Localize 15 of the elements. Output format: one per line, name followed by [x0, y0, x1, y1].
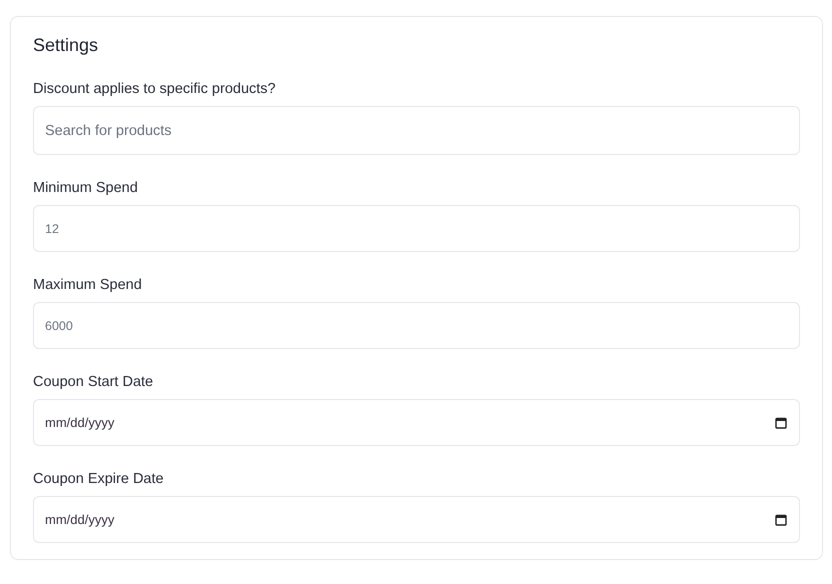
input-field[interactable]: 12: [33, 205, 800, 252]
date-placeholder: mm/dd/yyyy: [45, 415, 114, 430]
input-field[interactable]: Search for products: [33, 106, 800, 155]
date-field[interactable]: mm/dd/yyyy: [33, 496, 800, 543]
field-label: Minimum Spend: [33, 180, 139, 196]
card-title: Settings: [33, 35, 100, 56]
field-label: Coupon Start Date: [33, 374, 154, 390]
date-placeholder: mm/dd/yyyy: [45, 512, 114, 527]
field-label: Maximum Spend: [33, 277, 143, 293]
field-label: Coupon Expire Date: [33, 471, 165, 487]
calendar-icon[interactable]: [775, 514, 787, 526]
date-field[interactable]: mm/dd/yyyy: [33, 399, 800, 446]
calendar-icon[interactable]: [775, 416, 787, 428]
field-label: Discount applies to specific products?: [33, 81, 277, 97]
input-field[interactable]: 6000: [33, 302, 800, 349]
